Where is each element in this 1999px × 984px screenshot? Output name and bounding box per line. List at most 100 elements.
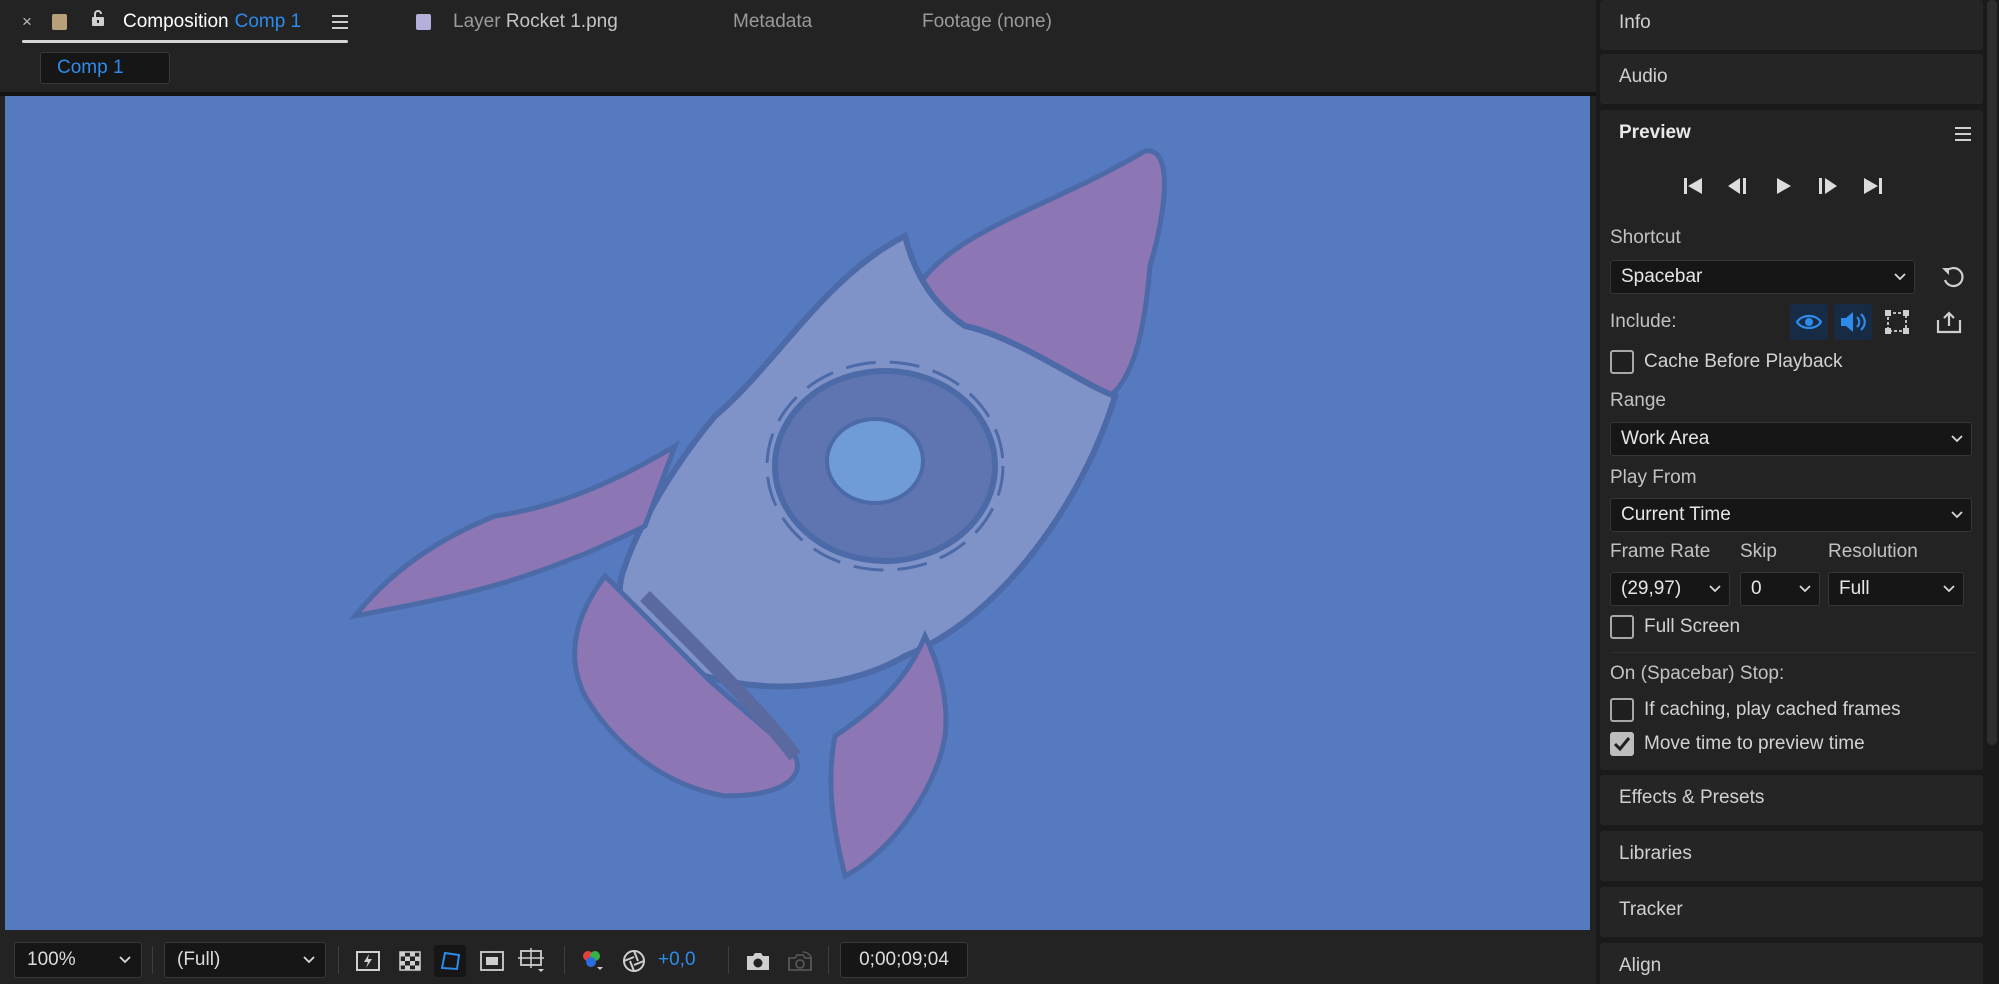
panel-tab-bar: × Composition Comp 1 Layer Rocket 1.png … (0, 0, 1596, 44)
play-button[interactable] (1768, 172, 1798, 200)
chevron-down-icon (1951, 435, 1963, 443)
toolbar-separator (728, 946, 729, 974)
first-frame-button[interactable] (1678, 172, 1708, 200)
tab-composition-prefix: Composition (123, 11, 229, 32)
viewer-toolbar: 100% (Full) +0,0 0;00;09;04 (0, 938, 1596, 984)
grid-guides-icon (518, 948, 544, 972)
rocket-illustration (348, 148, 1167, 880)
tab-footage[interactable]: Footage (none) (922, 0, 1052, 44)
close-tab-button[interactable]: × (22, 0, 32, 44)
chevron-down-icon (1709, 585, 1721, 593)
fast-previews-icon (356, 951, 380, 971)
range-value: Work Area (1621, 428, 1710, 449)
include-audio-toggle[interactable] (1834, 304, 1872, 340)
take-snapshot-button[interactable] (742, 945, 774, 977)
align-panel-header[interactable]: Align (1600, 943, 1983, 984)
tracker-panel-header[interactable]: Tracker (1600, 887, 1983, 937)
region-of-interest-button[interactable] (476, 945, 508, 977)
shortcut-dropdown[interactable]: Spacebar (1610, 260, 1915, 294)
reset-icon (1942, 266, 1964, 288)
shortcut-label: Shortcut (1610, 227, 1681, 248)
play-from-dropdown[interactable]: Current Time (1610, 498, 1972, 532)
next-frame-button[interactable] (1813, 172, 1843, 200)
close-icon[interactable]: × (22, 12, 32, 32)
resolution-dropdown[interactable]: (Full) (164, 942, 326, 978)
frame-rate-dropdown[interactable]: (29,97) (1610, 572, 1730, 606)
eye-icon (1796, 314, 1822, 330)
last-frame-button[interactable] (1858, 172, 1888, 200)
composition-color-swatch (52, 0, 67, 44)
fast-previews-button[interactable] (352, 945, 384, 977)
composition-viewer[interactable] (5, 96, 1590, 930)
tab-layer-prefix: Layer (453, 11, 501, 32)
toolbar-separator (152, 946, 153, 974)
skip-label: Skip (1740, 541, 1777, 562)
show-snapshot-icon (788, 951, 812, 971)
magnification-value: 100% (27, 949, 76, 970)
cache-before-playback-checkbox[interactable] (1610, 350, 1634, 374)
show-snapshot-button[interactable] (784, 945, 816, 977)
include-overlays-toggle[interactable] (1878, 304, 1916, 340)
panel-menu-button[interactable] (332, 0, 348, 44)
tab-metadata-label: Metadata (733, 11, 813, 32)
on-stop-label: On (Spacebar) Stop: (1610, 663, 1785, 684)
exposure-value[interactable]: +0,0 (658, 942, 696, 978)
if-caching-checkbox[interactable] (1610, 698, 1634, 722)
tab-layer[interactable]: Layer Rocket 1.png (453, 0, 618, 44)
libraries-panel-header[interactable]: Libraries (1600, 831, 1983, 881)
full-screen-label: Full Screen (1644, 616, 1741, 637)
chevron-down-icon (1894, 273, 1906, 281)
export-icon (1936, 311, 1962, 334)
play-icon (1777, 178, 1791, 194)
range-label: Range (1610, 390, 1666, 411)
full-screen-checkbox[interactable] (1610, 615, 1634, 639)
audio-panel-header[interactable]: Audio (1600, 54, 1983, 104)
grid-guides-button[interactable] (516, 945, 548, 977)
export-preview-button[interactable] (1930, 304, 1968, 340)
current-time-display[interactable]: 0;00;09;04 (840, 942, 968, 978)
overlay-frame-icon (1885, 310, 1909, 334)
include-video-toggle[interactable] (1790, 304, 1828, 340)
effects-presets-panel-header[interactable]: Effects & Presets (1600, 775, 1983, 825)
shortcut-value: Spacebar (1621, 266, 1703, 287)
show-channel-button[interactable] (576, 945, 608, 977)
lock-toggle[interactable] (90, 0, 106, 40)
right-panel-stack: Info Audio Preview Shortcut Spacebar Inc… (1596, 0, 1999, 984)
comp-breadcrumb-chip[interactable]: Comp 1 (40, 52, 170, 84)
checkmark-icon (1613, 737, 1631, 752)
reset-exposure-button[interactable] (618, 945, 650, 977)
chevron-down-icon (119, 956, 131, 964)
camera-icon (747, 953, 769, 970)
checkerboard-icon (399, 951, 421, 971)
step-back-icon (1728, 178, 1746, 194)
step-forward-icon (1819, 178, 1837, 194)
section-divider (1610, 652, 1975, 653)
tab-footage-label: Footage (none) (922, 11, 1052, 32)
hamburger-menu-icon[interactable] (1955, 127, 1971, 141)
magnification-dropdown[interactable]: 100% (14, 942, 142, 978)
skip-value: 0 (1751, 578, 1762, 599)
move-time-checkbox[interactable] (1610, 732, 1634, 756)
tab-composition[interactable]: Composition Comp 1 (123, 0, 301, 44)
previous-frame-button[interactable] (1722, 172, 1752, 200)
tab-layer-name: Rocket 1.png (505, 11, 618, 32)
region-of-interest-icon (480, 951, 504, 971)
info-panel-header[interactable]: Info (1600, 0, 1983, 50)
reset-shortcut-button[interactable] (1940, 264, 1966, 295)
chevron-down-icon (1951, 511, 1963, 519)
lock-icon (92, 10, 104, 26)
mask-path-visibility-button[interactable] (434, 945, 466, 977)
frame-rate-label: Frame Rate (1610, 541, 1711, 562)
skip-dropdown[interactable]: 0 (1740, 572, 1820, 606)
label-color-swatch (52, 14, 67, 30)
transparency-grid-button[interactable] (394, 945, 426, 977)
chevron-down-icon (1943, 585, 1955, 593)
preview-panel-title[interactable]: Preview (1619, 122, 1691, 144)
preview-resolution-dropdown[interactable]: Full (1828, 572, 1964, 606)
composition-navigator-bar: Comp 1 (0, 44, 1596, 92)
tab-metadata[interactable]: Metadata (733, 0, 812, 44)
panel-scrollbar[interactable] (1987, 0, 1997, 745)
color-channels-icon (583, 951, 603, 970)
toolbar-separator (564, 946, 565, 974)
range-dropdown[interactable]: Work Area (1610, 422, 1972, 456)
